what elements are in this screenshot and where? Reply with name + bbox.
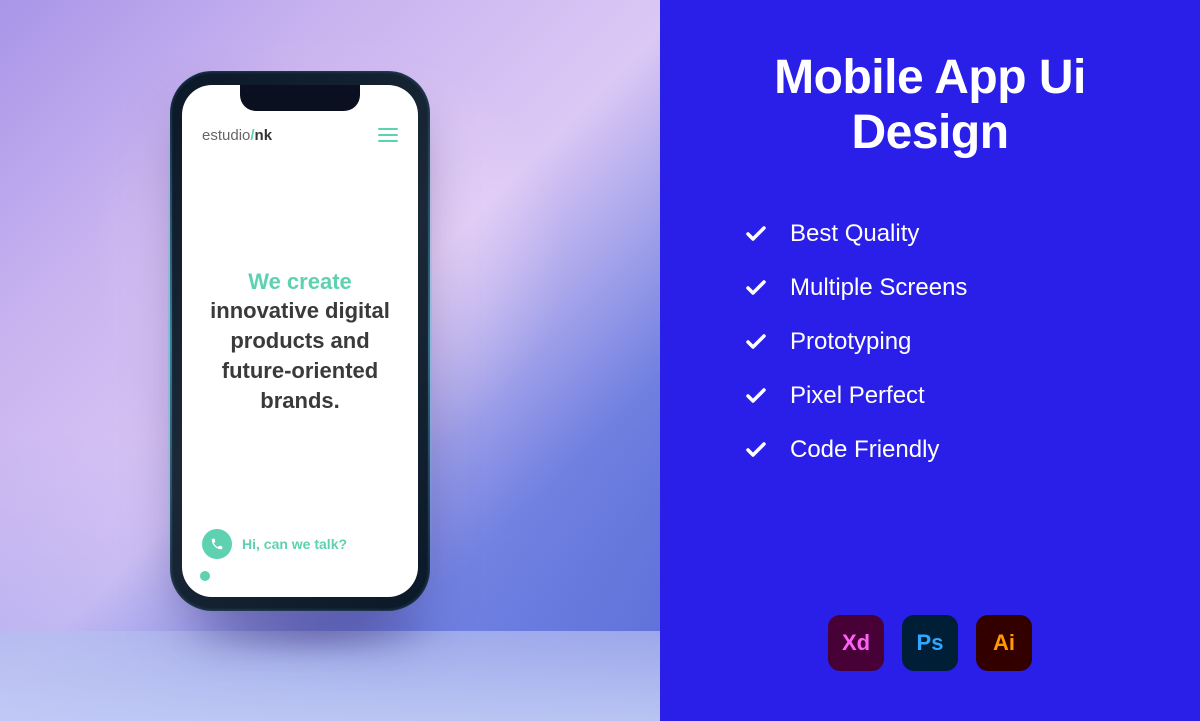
chat-cta[interactable]: Hi, can we talk?: [202, 529, 398, 559]
check-icon: [744, 222, 768, 246]
check-icon: [744, 384, 768, 408]
feature-item: Code Friendly: [744, 436, 1156, 464]
hero-accent: We create: [248, 269, 352, 294]
check-icon: [744, 276, 768, 300]
phone-call-icon: [202, 529, 232, 559]
mockup-scene: estudio/nk We create innovative digital …: [0, 0, 660, 721]
feature-item: Pixel Perfect: [744, 382, 1156, 410]
logo-suffix: nk: [255, 127, 273, 144]
feature-label: Pixel Perfect: [790, 382, 925, 410]
feature-item: Multiple Screens: [744, 274, 1156, 302]
phone-shadow: [164, 607, 467, 657]
chat-label: Hi, can we talk?: [242, 536, 347, 552]
feature-label: Code Friendly: [790, 436, 939, 464]
phone-screen: estudio/nk We create innovative digital …: [182, 85, 418, 597]
phone-notch: [240, 85, 360, 111]
app-header: estudio/nk: [202, 127, 398, 144]
check-icon: [744, 438, 768, 462]
logo[interactable]: estudio/nk: [202, 127, 272, 144]
logo-prefix: estudio: [202, 127, 250, 144]
menu-icon[interactable]: [378, 128, 398, 142]
feature-list: Best Quality Multiple Screens Prototypin…: [704, 220, 1156, 595]
tool-icons: Xd Ps Ai: [704, 615, 1156, 671]
panel-title: Mobile App Ui Design: [704, 50, 1156, 160]
feature-item: Prototyping: [744, 328, 1156, 356]
info-panel: Mobile App Ui Design Best Quality Multip…: [660, 0, 1200, 721]
hero-body: innovative digital products and future-o…: [210, 298, 390, 412]
phone-frame: estudio/nk We create innovative digital …: [170, 71, 430, 611]
adobe-photoshop-icon: Ps: [902, 615, 958, 671]
adobe-illustrator-icon: Ai: [976, 615, 1032, 671]
feature-item: Best Quality: [744, 220, 1156, 248]
adobe-xd-icon: Xd: [828, 615, 884, 671]
feature-label: Best Quality: [790, 220, 919, 248]
check-icon: [744, 330, 768, 354]
feature-label: Prototyping: [790, 328, 911, 356]
feature-label: Multiple Screens: [790, 274, 967, 302]
indicator-dot: [200, 571, 210, 581]
hero-text: We create innovative digital products an…: [202, 154, 398, 529]
